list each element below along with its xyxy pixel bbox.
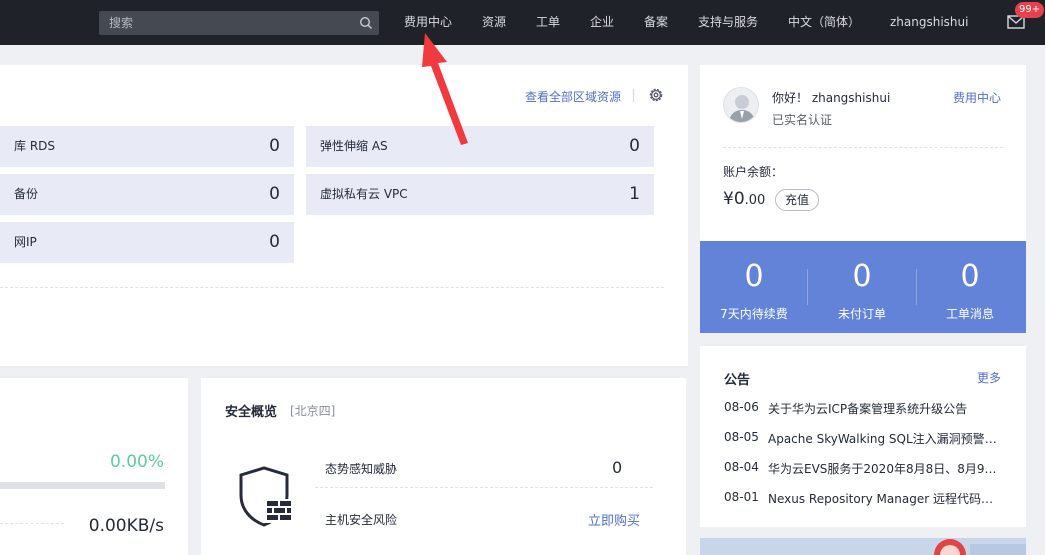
resource-tile-count: 0 (269, 184, 280, 204)
announcement-item[interactable]: 08-05 Apache SkyWalking SQL注入漏洞预警（... (724, 430, 1004, 448)
host-risk-label: 主机安全风险 (325, 513, 398, 527)
security-title: 安全概览 (225, 405, 278, 420)
balance-label: 账户余额： (723, 165, 784, 179)
verification-status: 已实名认证 (772, 113, 833, 127)
announcement-text: 关于华为云ICP备案管理系统升级公告 (768, 402, 968, 416)
divider (633, 89, 634, 102)
user-avatar-icon (724, 88, 758, 122)
stat-label: 未付订单 (837, 307, 886, 321)
stat-ticket-messages[interactable]: 0 工单消息 (916, 241, 1024, 333)
more-link[interactable]: 更多 (977, 369, 1001, 386)
search-input[interactable] (99, 11, 355, 35)
security-region: [北京四] (290, 404, 336, 418)
announcements-title: 公告 (724, 373, 751, 388)
threat-count: 0 (612, 458, 623, 477)
balance-cents: .00 (744, 193, 766, 208)
stat-label: 工单消息 (945, 307, 994, 321)
resource-tile-backup[interactable]: 备份 0 (0, 174, 294, 215)
resource-tile-as[interactable]: 弹性伸缩 AS 0 (306, 126, 654, 167)
divider (315, 487, 653, 488)
nav-username[interactable]: zhangshishui (890, 0, 968, 45)
resource-tile-label: 虚拟私有云 VPC (320, 187, 408, 201)
account-stats: 0 7天内待续费 0 未付订单 0 工单消息 (700, 241, 1026, 333)
threat-label: 态势感知威胁 (325, 462, 398, 476)
top-nav-bar: 费用中心 资源 工单 企业 备案 支持与服务 中文（简体） zhangshish… (0, 0, 1045, 45)
announcement-item[interactable]: 08-01 Nexus Repository Manager 远程代码执行... (724, 490, 1004, 508)
announcement-text: Nexus Repository Manager 远程代码执行... (768, 492, 1004, 506)
nav-enterprise[interactable]: 企业 (590, 0, 614, 45)
stat-unpaid-orders[interactable]: 0 未付订单 (808, 241, 916, 333)
announcement-date: 08-04 (724, 460, 759, 474)
announcement-date: 08-01 (724, 490, 759, 504)
recharge-button[interactable]: 充值 (775, 189, 819, 211)
resource-tile-label: 网IP (14, 235, 37, 249)
gear-icon[interactable] (648, 87, 664, 103)
security-overview-card: 安全概览 [北京四] 态势感知威胁 0 主机安全风险 立即购买 (201, 378, 686, 555)
stat-value: 0 (960, 259, 980, 294)
announcement-item[interactable]: 08-04 华为云EVS服务于2020年8月8日、8月9日0... (724, 460, 1004, 478)
nav-resources[interactable]: 资源 (482, 0, 506, 45)
search-icon[interactable] (359, 16, 373, 30)
view-all-regions-link[interactable]: 查看全部区域资源 (525, 88, 621, 105)
announcement-text: Apache SkyWalking SQL注入漏洞预警（... (768, 432, 1004, 446)
resource-tile-vpc[interactable]: 虚拟私有云 VPC 1 (306, 174, 654, 215)
resource-tile-label: 备份 (14, 187, 39, 201)
nav-support[interactable]: 支持与服务 (698, 0, 758, 45)
divider (723, 147, 1003, 148)
nav-billing-center[interactable]: 费用中心 (404, 0, 452, 45)
stat-renewals[interactable]: 0 7天内待续费 (700, 241, 808, 333)
resource-tile-count: 1 (629, 184, 640, 204)
resource-tile-count: 0 (269, 136, 280, 156)
balance-main: ¥0 (723, 189, 745, 209)
buy-now-link[interactable]: 立即购买 (588, 510, 640, 529)
nav-icp-filing[interactable]: 备案 (644, 0, 668, 45)
greeting: 你好！ zhangshishui (772, 91, 891, 105)
account-card: 你好！ zhangshishui 已实名认证 费用中心 账户余额： ¥0.00 … (700, 65, 1026, 333)
divider (0, 287, 664, 288)
resource-tile-count: 0 (269, 232, 280, 252)
promo-banner[interactable] (700, 538, 1026, 555)
nav-language[interactable]: 中文（简体） (788, 0, 860, 45)
balance-amount: ¥0.00 (723, 189, 765, 209)
stat-label: 7天内待续费 (720, 307, 788, 321)
avatar[interactable] (723, 87, 759, 123)
announcement-text: 华为云EVS服务于2020年8月8日、8月9日0... (768, 462, 1004, 476)
resource-tile-rds[interactable]: 库 RDS 0 (0, 126, 294, 167)
resource-tile-count: 0 (629, 136, 640, 156)
message-count-badge: 99+ (1015, 2, 1045, 18)
announcement-date: 08-05 (724, 430, 759, 444)
resource-tile-label: 库 RDS (14, 139, 56, 153)
stat-value: 0 (852, 259, 872, 294)
resource-tile-eip[interactable]: 网IP 0 (0, 222, 294, 263)
billing-center-link[interactable]: 费用中心 (953, 89, 1001, 106)
divider (0, 523, 64, 524)
announcement-item[interactable]: 08-06 关于华为云ICP备案管理系统升级公告 (724, 400, 1004, 418)
usage-progress-bar (0, 482, 165, 489)
search-box (99, 11, 379, 35)
shield-firewall-icon (239, 466, 291, 527)
announcements-card: 公告 更多 08-06 关于华为云ICP备案管理系统升级公告 08-05 Apa… (700, 346, 1026, 527)
nav-tickets[interactable]: 工单 (536, 0, 560, 45)
bandwidth-value: 0.00KB/s (88, 516, 164, 536)
resources-card: 查看全部区域资源 库 RDS 0 弹性伸缩 AS 0 备份 0 虚拟私有云 VP… (0, 65, 688, 366)
monitor-card: 0.00% 0.00KB/s (0, 378, 188, 555)
stat-value: 0 (744, 259, 764, 294)
announcement-date: 08-06 (724, 400, 759, 414)
promo-banner-graphic (700, 538, 1026, 555)
usage-percent: 0.00% (109, 452, 164, 472)
resource-tile-label: 弹性伸缩 AS (320, 139, 388, 153)
